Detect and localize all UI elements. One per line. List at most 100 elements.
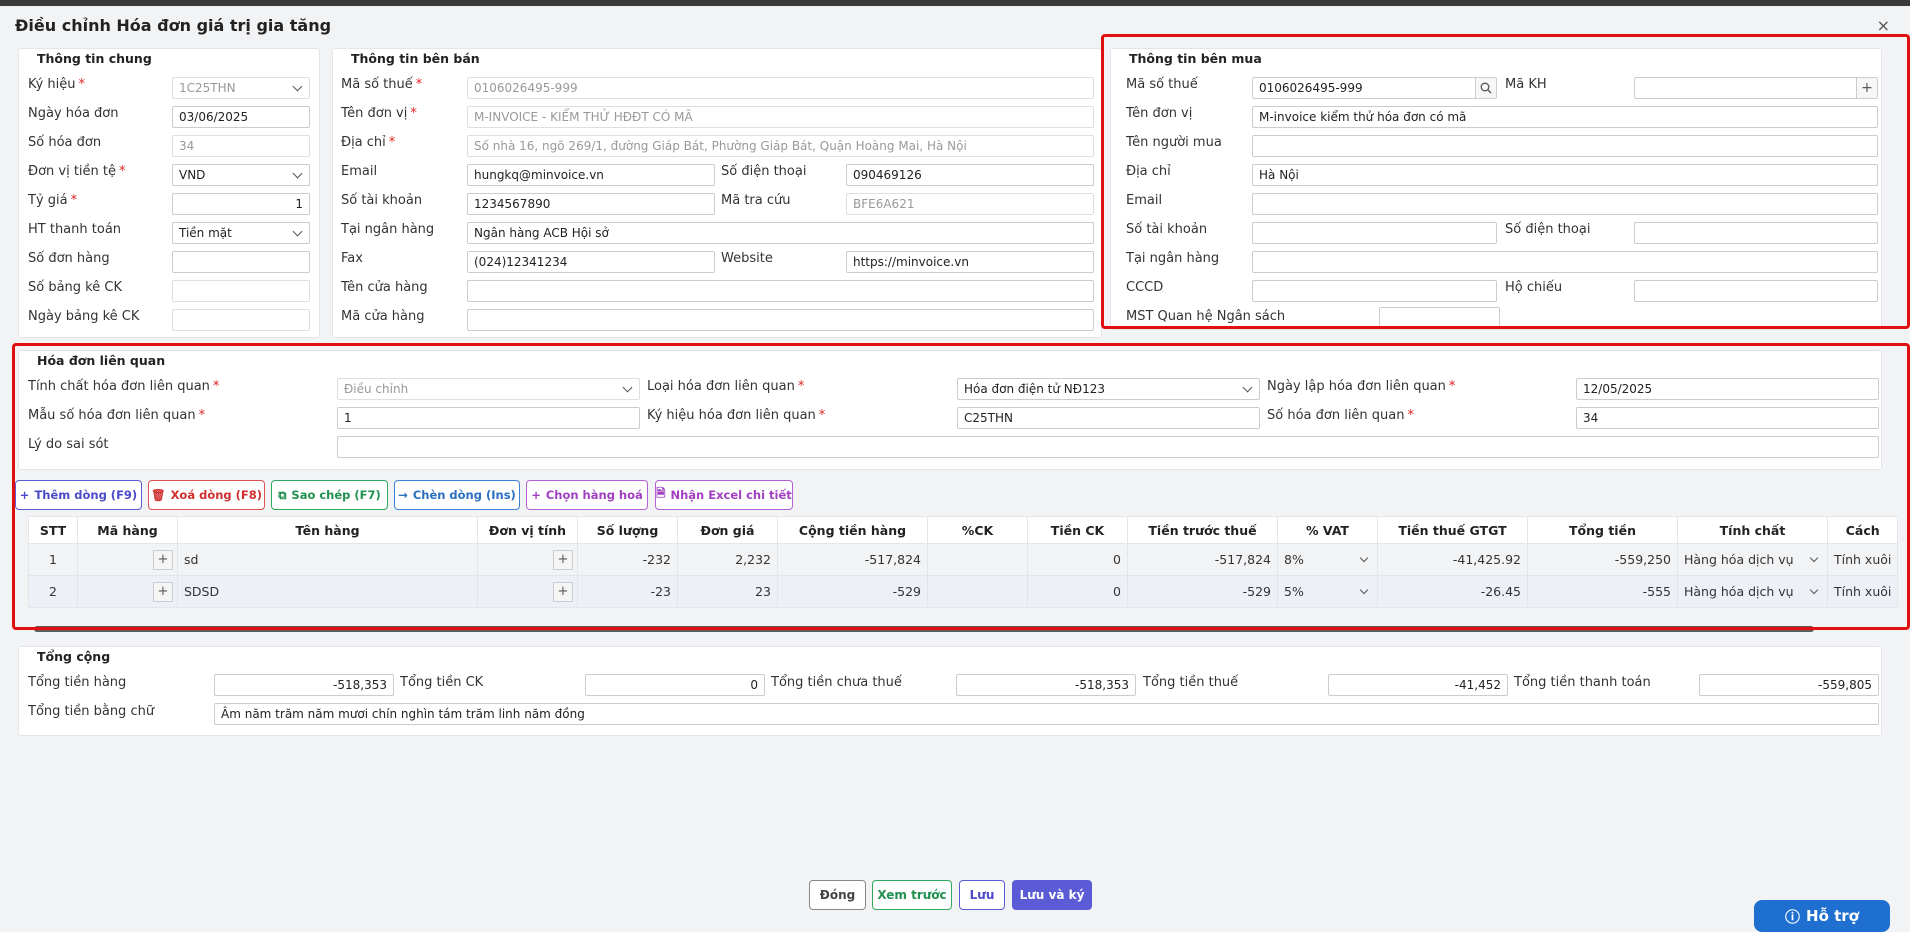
help-button[interactable]: ⓘ Hỗ trợ — [1754, 900, 1890, 932]
list-input[interactable] — [172, 280, 310, 302]
choose-goods-button[interactable]: + Chọn hàng hoá — [526, 480, 648, 510]
table-row[interactable]: 1 + sd + -232 2,232 -517,824 0 -517,824 … — [28, 543, 1899, 576]
price-cell[interactable]: 23 — [677, 575, 778, 608]
copy-row-button[interactable]: ⧉ Sao chép (F7) — [271, 480, 388, 510]
error-reason-input[interactable] — [337, 436, 1879, 458]
store-name-input[interactable] — [467, 280, 1094, 302]
add-row-button[interactable]: + Thêm dòng (F9) — [15, 480, 142, 510]
rate-input[interactable]: 1 — [172, 193, 310, 215]
item-name-cell[interactable]: sd — [177, 543, 478, 576]
save-button[interactable]: Lưu — [959, 880, 1005, 910]
seller-phone-input[interactable]: 090469126 — [846, 164, 1094, 186]
buyer-bank-input[interactable] — [1252, 251, 1878, 273]
total-cell[interactable]: -559,250 — [1527, 543, 1678, 576]
plus-icon[interactable]: + — [153, 550, 173, 570]
vat-select-cell[interactable]: 8% — [1277, 543, 1378, 576]
lookup-code-input[interactable]: BFE6A621 — [846, 193, 1094, 215]
number-input[interactable]: 34 — [172, 135, 310, 157]
related-number-input[interactable]: 34 — [1576, 407, 1879, 429]
search-icon[interactable] — [1475, 78, 1496, 98]
seller-name-input[interactable]: M-INVOICE - KIỂM THỬ HĐĐT CÓ MÃ — [467, 106, 1094, 128]
symbol-select[interactable]: 1C25THN — [172, 77, 310, 99]
import-excel-button[interactable]: 🗎 Nhận Excel chi tiết — [655, 480, 793, 510]
calc-method-cell[interactable]: Tính xuôi — [1826, 543, 1899, 576]
plus-icon[interactable]: + — [553, 582, 573, 602]
buyer-phone-input[interactable] — [1634, 222, 1878, 244]
buyer-tax-input[interactable]: 0106026495-999 — [1252, 77, 1497, 99]
vat-amount-cell[interactable]: -26.45 — [1377, 575, 1528, 608]
passport-input[interactable] — [1634, 280, 1878, 302]
calc-method-cell[interactable]: Tính xuôi — [1826, 575, 1899, 608]
seller-bank-input[interactable]: Ngân hàng ACB Hội sở — [467, 222, 1094, 244]
total-words-input[interactable]: Âm năm trăm năm mươi chín nghìn tám trăm… — [214, 703, 1879, 725]
payment-select[interactable]: Tiền mặt — [172, 222, 310, 244]
buyer-email-input[interactable] — [1252, 193, 1878, 215]
related-symbol-input[interactable]: C25THN — [957, 407, 1260, 429]
buyer-account-input[interactable] — [1252, 222, 1497, 244]
plus-icon[interactable]: + — [1856, 78, 1877, 98]
buyer-tax-label: Mã số thuế — [1126, 77, 1198, 92]
plus-icon[interactable]: + — [553, 550, 573, 570]
date-input[interactable]: 03/06/2025 — [172, 106, 310, 128]
seller-tax-input[interactable]: 0106026495-999 — [467, 77, 1094, 99]
customer-code-input[interactable]: + — [1634, 77, 1878, 99]
related-number-label: Số hóa đơn liên quan — [1267, 408, 1405, 423]
quantity-cell[interactable]: -23 — [577, 575, 678, 608]
buyer-person-input[interactable] — [1252, 135, 1878, 157]
buyer-name-input[interactable]: M-invoice kiểm thử hóa đơn có mã — [1252, 106, 1878, 128]
vat-amount-cell[interactable]: -41,425.92 — [1377, 543, 1528, 576]
related-type-select[interactable]: Hóa đơn điện tử NĐ123 — [957, 378, 1260, 400]
preview-button[interactable]: Xem trước — [872, 880, 952, 910]
buyer-address-input[interactable]: Hà Nội — [1252, 164, 1878, 186]
item-code-cell[interactable]: + — [77, 575, 178, 608]
total-goods-input[interactable]: -518,353 — [214, 674, 394, 696]
quantity-cell[interactable]: -232 — [577, 543, 678, 576]
seller-email-input[interactable]: hungkq@minvoice.vn — [467, 164, 715, 186]
amount-cell[interactable]: -529 — [777, 575, 928, 608]
unit-cell[interactable]: + — [477, 575, 578, 608]
insert-row-button[interactable]: → Chèn dòng (Ins) — [394, 480, 520, 510]
nature-value: Hàng hóa dịch vụ — [1684, 584, 1794, 599]
vat-select-cell[interactable]: 5% — [1277, 575, 1378, 608]
nature-select-cell[interactable]: Hàng hóa dịch vụ — [1677, 575, 1828, 608]
item-code-cell[interactable]: + — [77, 543, 178, 576]
seller-fax-input[interactable]: (024)12341234 — [467, 251, 715, 273]
unit-cell[interactable]: + — [477, 543, 578, 576]
order-input[interactable] — [172, 251, 310, 273]
seller-account-input[interactable]: 1234567890 — [467, 193, 715, 215]
scrollbar-thumb[interactable] — [34, 626, 1814, 632]
store-code-input[interactable] — [467, 309, 1094, 331]
close-icon[interactable]: × — [1877, 16, 1890, 35]
save-sign-button[interactable]: Lưu và ký — [1012, 880, 1092, 910]
amount-cell[interactable]: -517,824 — [777, 543, 928, 576]
help-label: Hỗ trợ — [1806, 907, 1859, 925]
related-date-input[interactable]: 12/05/2025 — [1576, 378, 1879, 400]
pretax-cell[interactable]: -529 — [1127, 575, 1278, 608]
total-tax-input[interactable]: -41,452 — [1328, 674, 1508, 696]
pretax-cell[interactable]: -517,824 — [1127, 543, 1278, 576]
total-pretax-input[interactable]: -518,353 — [956, 674, 1136, 696]
list-date-input[interactable] — [172, 309, 310, 331]
close-button[interactable]: Đóng — [809, 880, 866, 910]
budget-code-input[interactable] — [1379, 307, 1500, 329]
seller-address-input[interactable]: Số nhà 16, ngõ 269/1, đường Giáp Bát, Ph… — [467, 135, 1094, 157]
price-cell[interactable]: 2,232 — [677, 543, 778, 576]
table-row[interactable]: 2 + SDSD + -23 23 -529 0 -529 5% -26.45 … — [28, 575, 1899, 608]
buyer-id-label: CCCD — [1126, 280, 1164, 295]
delete-row-button[interactable]: 🗑 Xoá dòng (F8) — [148, 480, 265, 510]
related-template-input[interactable]: 1 — [337, 407, 640, 429]
nature-select-cell[interactable]: Hàng hóa dịch vụ — [1677, 543, 1828, 576]
total-discount-input[interactable]: 0 — [585, 674, 765, 696]
buyer-id-input[interactable] — [1252, 280, 1497, 302]
seller-website-input[interactable]: https://minvoice.vn — [846, 251, 1094, 273]
nature-select[interactable]: Điều chỉnh — [337, 378, 640, 400]
discount-amount-cell[interactable]: 0 — [1027, 543, 1128, 576]
discount-percent-cell[interactable] — [927, 543, 1028, 576]
discount-percent-cell[interactable] — [927, 575, 1028, 608]
total-cell[interactable]: -555 — [1527, 575, 1678, 608]
currency-select[interactable]: VND — [172, 164, 310, 186]
plus-icon[interactable]: + — [153, 582, 173, 602]
discount-amount-cell[interactable]: 0 — [1027, 575, 1128, 608]
item-name-cell[interactable]: SDSD — [177, 575, 478, 608]
total-payment-input[interactable]: -559,805 — [1699, 674, 1879, 696]
